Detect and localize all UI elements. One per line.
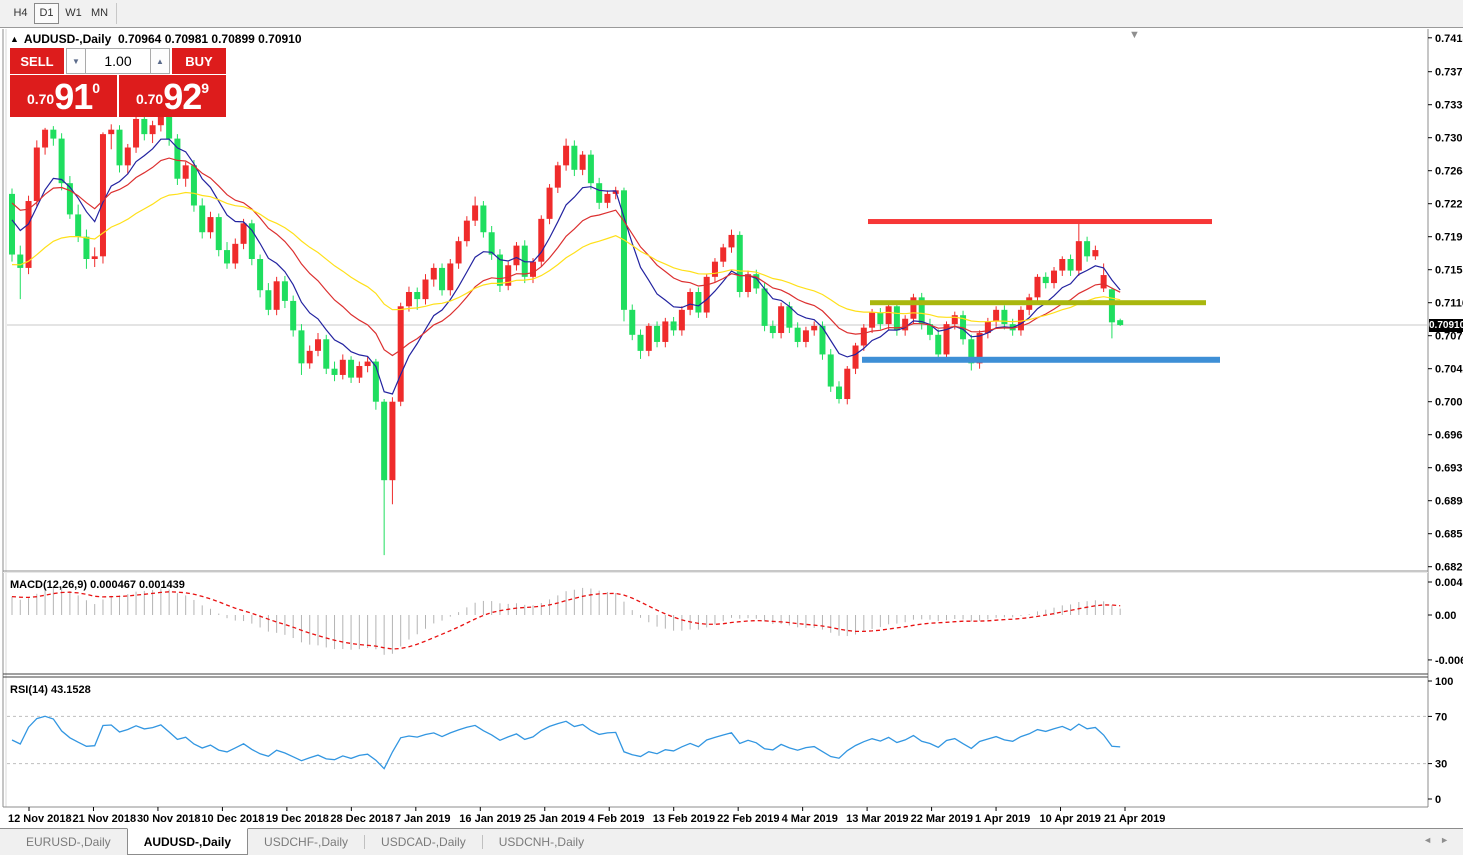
volume-increase-button[interactable]: ▲: [150, 48, 170, 74]
chevron-down-icon: ▼: [72, 56, 80, 66]
timeframe-w1-button[interactable]: W1: [61, 3, 86, 24]
macd-label: MACD(12,26,9) 0.000467 0.001439: [10, 579, 185, 591]
toolbar-separator: [116, 3, 117, 24]
timeframe-mn-button[interactable]: MN: [87, 3, 112, 24]
timeframe-d1-button[interactable]: D1: [34, 3, 59, 24]
timeframe-h4-button[interactable]: H4: [8, 3, 33, 24]
time-axis[interactable]: [0, 807, 1428, 828]
low-value: 0.70899: [211, 32, 255, 46]
bid-point: 0: [92, 80, 101, 96]
rsi-label: RSI(14) 43.1528: [10, 684, 91, 696]
chart-canvas[interactable]: 0.741300.737500.733800.730100.726400.722…: [0, 29, 1463, 828]
tab-scroll-arrows[interactable]: ◄►: [1423, 835, 1457, 845]
symbol-tabbar: EURUSD-,Daily AUDUSD-,Daily USDCHF-,Dail…: [0, 828, 1463, 855]
open-value: 0.70964: [117, 32, 162, 46]
ask-price-box[interactable]: 0.70 92 9: [119, 75, 226, 117]
terminal-window: H4 D1 W1 MN 0.741300.737500.733800.73010…: [0, 0, 1463, 855]
ask-pips: 92: [163, 76, 202, 117]
tab-usdchf[interactable]: USDCHF-,Daily: [248, 829, 364, 855]
sell-button[interactable]: SELL: [10, 48, 64, 74]
trendline-resistance: [868, 219, 1212, 225]
buy-button[interactable]: BUY: [172, 48, 226, 74]
chevron-up-icon: ▲: [156, 56, 164, 66]
tab-usdcad[interactable]: USDCAD-,Daily: [365, 829, 482, 855]
chart-shift-marker-icon[interactable]: ▼: [1129, 29, 1140, 41]
ask-base: 0.70: [135, 91, 164, 107]
volume-decrease-button[interactable]: ▼: [66, 48, 86, 74]
ask-point: 9: [201, 80, 210, 96]
tab-audusd[interactable]: AUDUSD-,Daily: [126, 828, 249, 855]
rsi-value: 43.1528: [50, 684, 91, 696]
trendline-support: [862, 356, 1220, 363]
bid-pips: 91: [54, 76, 93, 117]
tab-eurusd[interactable]: EURUSD-,Daily: [10, 829, 127, 855]
price-axis[interactable]: [1428, 29, 1463, 807]
one-click-toggle-icon[interactable]: ▲: [10, 34, 19, 44]
tab-usdcnh[interactable]: USDCNH-,Daily: [483, 829, 600, 855]
close-value: 0.70910: [258, 32, 302, 46]
timeframe-toolbar: H4 D1 W1 MN: [0, 0, 1463, 28]
high-value: 0.70981: [164, 32, 209, 46]
symbol-label: AUDUSD-,Daily: [23, 32, 112, 46]
bid-base: 0.70: [26, 91, 55, 107]
trendline-pivot: [870, 300, 1206, 306]
macd-values: 0.000467 0.001439: [90, 579, 185, 591]
chart-ohlc-title: ▲ AUDUSD-,Daily 0.70964 0.70981 0.70899 0…: [10, 32, 302, 46]
one-click-trading-panel: SELL ▼ ▲ BUY 0.70910 0.70929: [10, 48, 226, 117]
chart-plot[interactable]: 0.741300.737500.733800.730100.726400.722…: [0, 29, 1463, 828]
bid-price-box[interactable]: 0.70 91 0: [10, 75, 117, 117]
